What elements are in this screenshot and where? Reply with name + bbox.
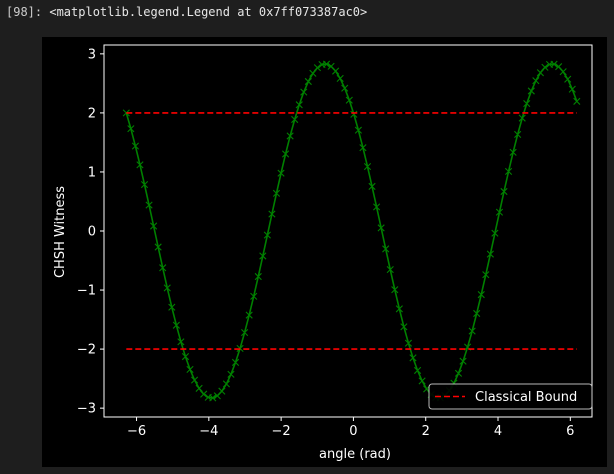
output-prompt-row: [98]: <matplotlib.legend.Legend at 0x7ff… <box>6 5 367 19</box>
chsh-witness-marker <box>336 74 344 83</box>
x-tick-label: 4 <box>494 424 502 439</box>
chsh-witness-marker <box>309 69 317 77</box>
axes-layer: −6 −4 −2 0 2 4 6 −3 −2 −1 0 1 2 3 <box>77 44 593 439</box>
chsh-witness-marker <box>536 69 544 77</box>
chsh-witness-marker <box>195 384 203 392</box>
y-tick-label: 0 <box>88 225 96 240</box>
chsh-witness-marker <box>559 68 567 76</box>
chsh-witness-line <box>125 63 578 399</box>
chsh-witness-marker <box>218 387 226 395</box>
x-tick-label: −2 <box>272 424 291 439</box>
chsh-witness-marker <box>304 77 312 86</box>
output-repr-text: <matplotlib.legend.Legend at 0x7ff073387… <box>49 5 368 19</box>
x-tick-label: 2 <box>422 424 430 439</box>
notebook-cell-output: [98]: <matplotlib.legend.Legend at 0x7ff… <box>0 0 614 474</box>
x-axis-label: angle (rad) <box>319 447 391 462</box>
chsh-witness-marker <box>190 376 199 384</box>
matplotlib-figure: −6 −4 −2 0 2 4 6 −3 −2 −1 0 1 2 3 angle (rad) CHSH Wi… <box>42 37 607 467</box>
y-tick-label: 3 <box>88 47 96 62</box>
y-tick-label: −3 <box>77 402 96 417</box>
legend-label-classical-bound: Classical Bound <box>475 390 577 405</box>
chsh-witness-marker <box>532 77 540 85</box>
chsh-witness-marker <box>332 67 340 75</box>
y-tick-label: 1 <box>88 165 96 180</box>
chsh-witness-marker <box>418 377 426 385</box>
y-axis-label: CHSH Witness <box>53 186 68 278</box>
plot-area <box>122 60 581 402</box>
y-tick-label: −2 <box>77 343 96 358</box>
chsh-witness-marker <box>200 390 208 398</box>
y-tick-label: −1 <box>77 284 96 299</box>
execution-count: [98]: <box>6 5 43 19</box>
x-tick-label: −4 <box>199 424 218 439</box>
x-tick-label: −6 <box>127 424 146 439</box>
chsh-witness-marker <box>564 75 572 83</box>
chart-svg: −6 −4 −2 0 2 4 6 −3 −2 −1 0 1 2 3 angle (rad) CHSH Wi… <box>53 44 593 462</box>
chsh-witness-marker <box>222 380 231 388</box>
x-tick-label: 6 <box>566 424 574 439</box>
chsh-witness-marker <box>313 64 322 72</box>
y-tick-label: 2 <box>88 106 96 121</box>
legend: Classical Bound <box>428 383 593 410</box>
x-tick-label: 0 <box>349 424 357 439</box>
